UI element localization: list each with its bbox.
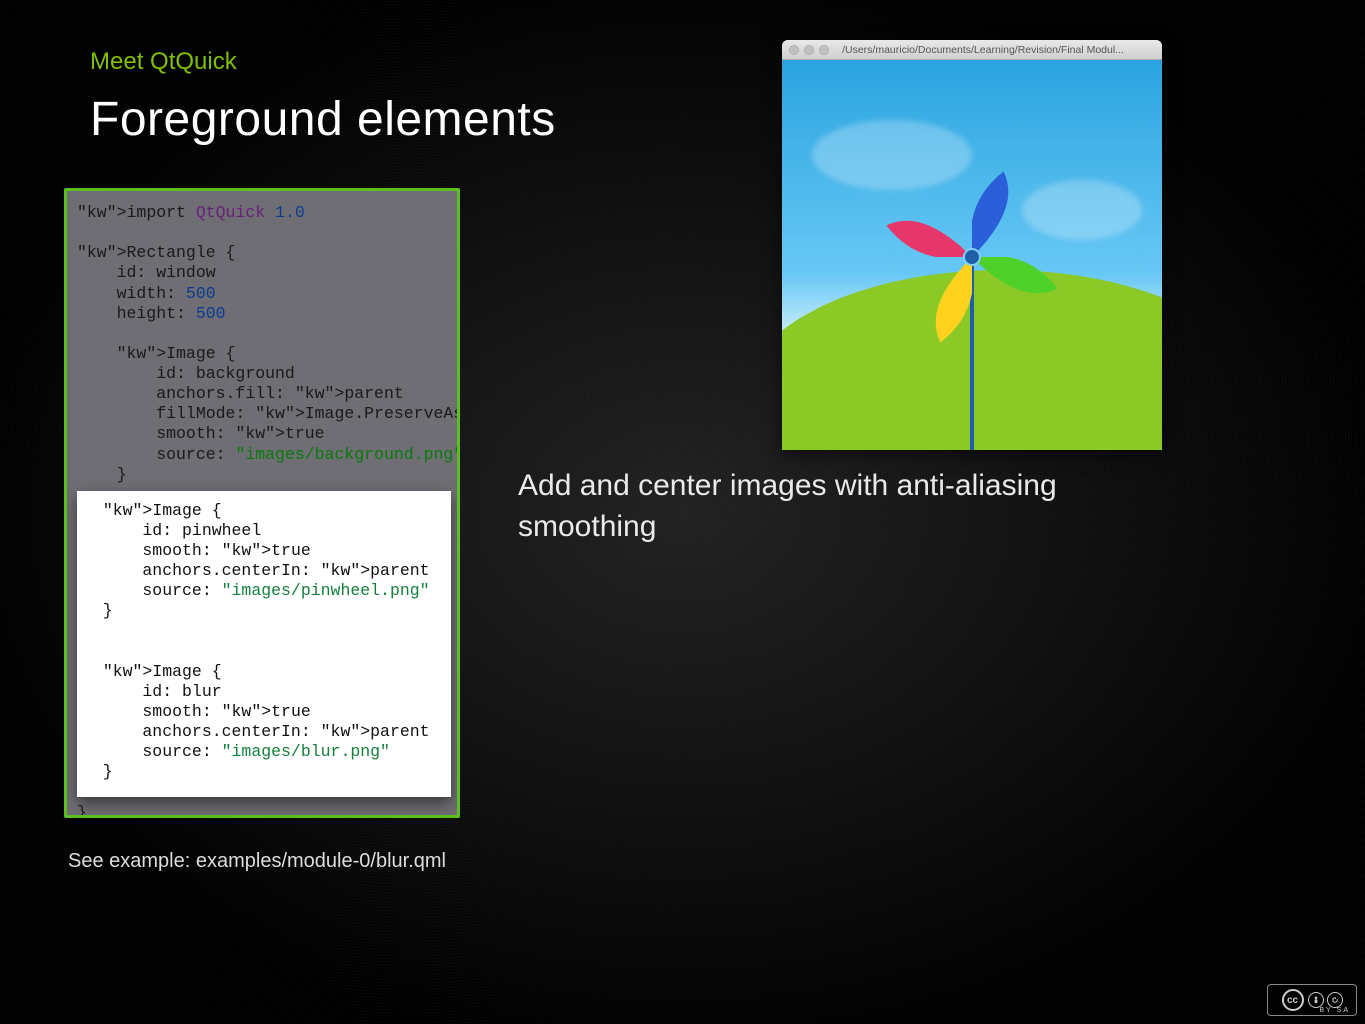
cc-labels: BY SA	[1319, 1007, 1350, 1014]
traffic-lights	[782, 45, 836, 55]
code-dimmed: "kw">import QtQuick 1.0 "kw">Rectangle {…	[67, 191, 457, 491]
slide: Meet QtQuick Foreground elements "kw">im…	[0, 0, 1365, 1024]
close-icon[interactable]	[789, 45, 799, 55]
code-panel: "kw">import QtQuick 1.0 "kw">Rectangle {…	[64, 188, 460, 818]
slide-title: Foreground elements	[90, 92, 556, 147]
caption: Add and center images with anti-aliasing…	[518, 466, 1158, 547]
zoom-icon[interactable]	[819, 45, 829, 55]
code-highlight: "kw">Image { id: pinwheel smooth: "kw">t…	[77, 491, 451, 797]
section-label: Meet QtQuick	[90, 48, 237, 76]
minimize-icon[interactable]	[804, 45, 814, 55]
scene	[782, 60, 1162, 450]
cc-sa-icon	[1327, 992, 1343, 1008]
code-dimmed-tail: }	[67, 803, 457, 819]
pinwheel-blade-red	[882, 167, 972, 257]
window-title: /Users/mauricio/Documents/Learning/Revis…	[836, 44, 1162, 56]
cc-by-icon	[1308, 992, 1324, 1008]
pinwheel-hub-icon	[963, 248, 981, 266]
cc-icon: cc	[1282, 989, 1304, 1011]
app-window: /Users/mauricio/Documents/Learning/Revis…	[782, 40, 1162, 450]
cc-license-badge: cc BY SA	[1267, 984, 1357, 1016]
pinwheel-blade-yellow	[882, 257, 972, 347]
pinwheel-blade-green	[972, 257, 1062, 347]
titlebar: /Users/mauricio/Documents/Learning/Revis…	[782, 40, 1162, 60]
pinwheel-blade-blue	[972, 167, 1062, 257]
example-reference: See example: examples/module-0/blur.qml	[68, 850, 446, 873]
